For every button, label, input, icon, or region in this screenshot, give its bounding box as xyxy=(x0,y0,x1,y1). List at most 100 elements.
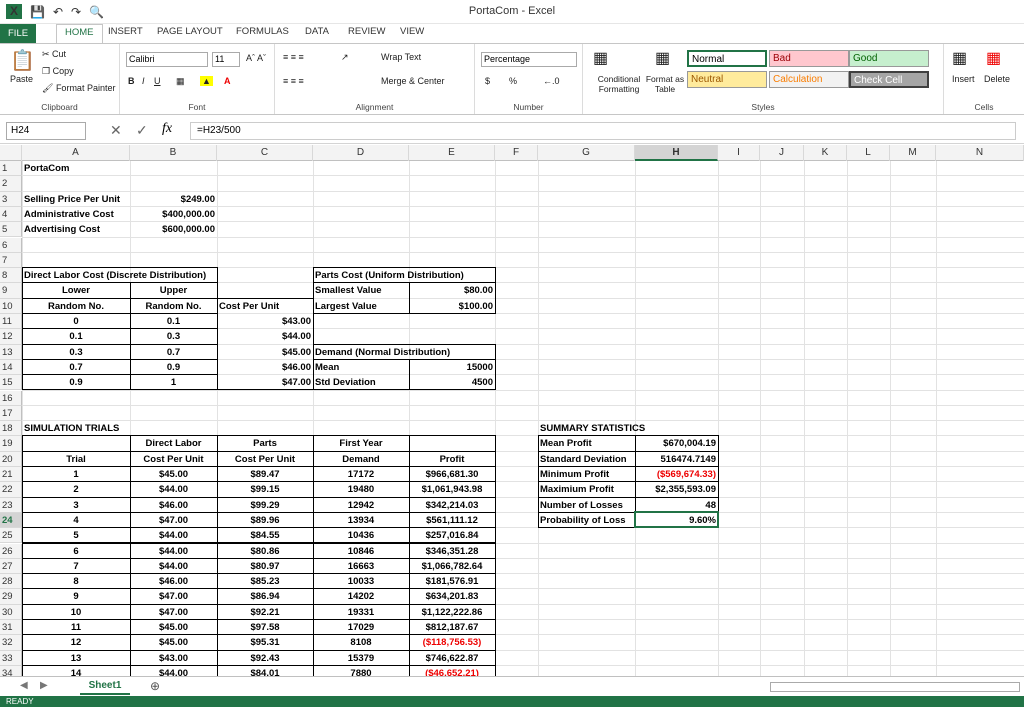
row-header-19[interactable]: 19 xyxy=(0,436,22,452)
cell-a29[interactable]: 9 xyxy=(22,589,130,604)
row-header-23[interactable]: 23 xyxy=(0,497,22,513)
cell-a4[interactable]: Administrative Cost xyxy=(22,207,130,222)
horizontal-scrollbar[interactable] xyxy=(770,682,1020,692)
grow-font-icon[interactable]: Aˆ Aˇ xyxy=(246,53,266,63)
row-header-13[interactable]: 13 xyxy=(0,344,22,360)
cell-h20[interactable]: 516474.7149 xyxy=(635,452,718,467)
cell-b12[interactable]: 0.3 xyxy=(130,329,217,344)
cell-h22[interactable]: $2,355,593.09 xyxy=(635,482,718,497)
row-header-15[interactable]: 15 xyxy=(0,375,22,391)
style-calculation[interactable]: Calculation xyxy=(769,71,849,88)
cell-a14[interactable]: 0.7 xyxy=(22,360,130,375)
row-header-11[interactable]: 11 xyxy=(0,314,22,330)
cell-a9[interactable]: Lower xyxy=(22,283,130,298)
cell-a24[interactable]: 4 xyxy=(22,513,130,528)
format-as-table-button[interactable]: Format as Table xyxy=(645,74,685,94)
cell-b20[interactable]: Cost Per Unit xyxy=(130,452,217,467)
cell-c21[interactable]: $89.47 xyxy=(217,467,313,482)
column-header-l[interactable]: L xyxy=(847,145,890,161)
cell-b30[interactable]: $47.00 xyxy=(130,605,217,620)
merge-center-button[interactable]: Merge & Center xyxy=(381,76,445,86)
cell-b5[interactable]: $600,000.00 xyxy=(130,222,217,237)
row-header-7[interactable]: 7 xyxy=(0,252,22,269)
cell-d10[interactable]: Largest Value xyxy=(313,299,409,314)
row-header-17[interactable]: 17 xyxy=(0,405,22,422)
format-as-table-icon[interactable]: ▦ xyxy=(655,48,670,68)
cell-d26[interactable]: 10846 xyxy=(313,544,409,559)
cell-c13[interactable]: $45.00 xyxy=(217,345,313,360)
cell-c29[interactable]: $86.94 xyxy=(217,589,313,604)
cell-b23[interactable]: $46.00 xyxy=(130,498,217,513)
cell-a5[interactable]: Advertising Cost xyxy=(22,222,130,237)
cell-b28[interactable]: $46.00 xyxy=(130,574,217,589)
cell-d30[interactable]: 19331 xyxy=(313,605,409,620)
cell-d29[interactable]: 14202 xyxy=(313,589,409,604)
cancel-icon[interactable]: ✕ xyxy=(110,122,122,139)
delete-cells-button[interactable]: Delete xyxy=(984,74,1010,84)
cell-b10[interactable]: Random No. xyxy=(130,299,217,314)
column-header-a[interactable]: A xyxy=(22,145,130,161)
cell-b11[interactable]: 0.1 xyxy=(130,314,217,329)
cell-e28[interactable]: $181,576.91 xyxy=(409,574,495,589)
cell-d31[interactable]: 17029 xyxy=(313,620,409,635)
number-format-select[interactable]: Percentage xyxy=(481,52,577,67)
bold-button[interactable]: B xyxy=(128,76,135,86)
cell-c22[interactable]: $99.15 xyxy=(217,482,313,497)
cell-b24[interactable]: $47.00 xyxy=(130,513,217,528)
cell-a20[interactable]: Trial xyxy=(22,452,130,467)
cell-c26[interactable]: $80.86 xyxy=(217,544,313,559)
insert-function-icon[interactable]: fx xyxy=(162,121,172,137)
row-header-25[interactable]: 25 xyxy=(0,528,22,544)
row-header-20[interactable]: 20 xyxy=(0,451,22,467)
cell-d19[interactable]: First Year xyxy=(313,436,409,451)
font-name-select[interactable]: Calibri xyxy=(126,52,208,67)
tab-formulas[interactable]: FORMULAS xyxy=(236,26,289,37)
cell-a34[interactable]: 14 xyxy=(22,666,130,676)
cell-d34[interactable]: 7880 xyxy=(313,666,409,676)
column-header-g[interactable]: G xyxy=(538,145,635,161)
cell-d21[interactable]: 17172 xyxy=(313,467,409,482)
cell-b25[interactable]: $44.00 xyxy=(130,528,217,543)
cell-a1[interactable]: PortaCom xyxy=(22,161,130,176)
delete-cells-icon[interactable]: ▦ xyxy=(986,48,1001,68)
cell-c33[interactable]: $92.43 xyxy=(217,651,313,666)
cell-a8[interactable]: Direct Labor Cost (Discrete Distribution… xyxy=(22,268,206,283)
cell-g24[interactable]: Probability of Loss xyxy=(538,513,635,528)
font-size-select[interactable]: 11 xyxy=(212,52,240,67)
cell-d25[interactable]: 10436 xyxy=(313,528,409,543)
row-header-12[interactable]: 12 xyxy=(0,329,22,345)
cell-h23[interactable]: 48 xyxy=(635,498,718,513)
enter-icon[interactable]: ✓ xyxy=(136,122,148,139)
cell-b34[interactable]: $44.00 xyxy=(130,666,217,676)
cell-c30[interactable]: $92.21 xyxy=(217,605,313,620)
cell-e24[interactable]: $561,111.12 xyxy=(409,513,495,528)
cell-g20[interactable]: Standard Deviation xyxy=(538,452,635,467)
tab-data[interactable]: DATA xyxy=(305,26,329,37)
cell-a12[interactable]: 0.1 xyxy=(22,329,130,344)
column-header-f[interactable]: F xyxy=(495,145,538,161)
fill-color-icon[interactable]: ▲ xyxy=(200,76,213,86)
cell-e27[interactable]: $1,066,782.64 xyxy=(409,559,495,574)
row-header-31[interactable]: 31 xyxy=(0,620,22,636)
row-header-16[interactable]: 16 xyxy=(0,390,22,406)
cell-c20[interactable]: Cost Per Unit xyxy=(217,452,313,467)
orientation-icon[interactable]: ↗ xyxy=(341,52,349,63)
format-painter-button[interactable]: 🖌 Format Painter xyxy=(42,83,115,94)
tab-home[interactable]: HOME xyxy=(56,24,103,44)
cell-a26[interactable]: 6 xyxy=(22,544,130,559)
column-header-i[interactable]: I xyxy=(718,145,760,161)
row-header-21[interactable]: 21 xyxy=(0,467,22,483)
wrap-text-button[interactable]: Wrap Text xyxy=(381,52,421,62)
tab-file[interactable]: FILE xyxy=(0,24,37,43)
cell-b21[interactable]: $45.00 xyxy=(130,467,217,482)
cell-e23[interactable]: $342,214.03 xyxy=(409,498,495,513)
column-header-b[interactable]: B xyxy=(130,145,217,161)
row-header-2[interactable]: 2 xyxy=(0,176,22,192)
column-header-d[interactable]: D xyxy=(313,145,409,161)
cell-a32[interactable]: 12 xyxy=(22,635,130,650)
cell-c19[interactable]: Parts xyxy=(217,436,313,451)
cell-h19[interactable]: $670,004.19 xyxy=(635,436,718,451)
style-neutral[interactable]: Neutral xyxy=(687,71,767,88)
cell-b15[interactable]: 1 xyxy=(130,375,217,390)
cell-b33[interactable]: $43.00 xyxy=(130,651,217,666)
